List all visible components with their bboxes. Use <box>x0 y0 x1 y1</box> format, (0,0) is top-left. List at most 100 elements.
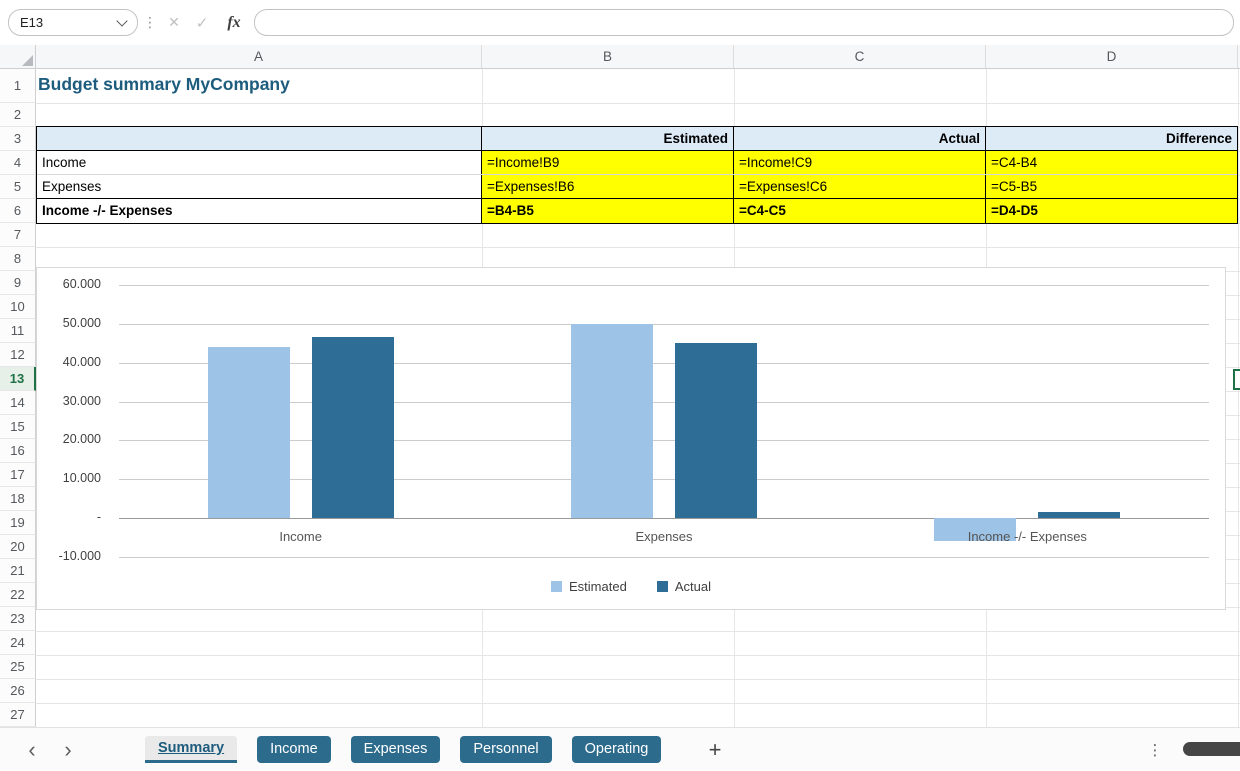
cell-a6[interactable]: Income -/- Expenses <box>37 199 482 223</box>
selected-cell-marker <box>1233 369 1240 390</box>
row-header-4[interactable]: 4 <box>0 151 36 175</box>
row-header-6[interactable]: 6 <box>0 199 36 223</box>
cell-c6[interactable]: =C4-C5 <box>734 199 986 223</box>
column-header-c[interactable]: C <box>734 45 986 68</box>
cells-area[interactable]: Budget summary MyCompany Estimated Actua… <box>36 69 1240 727</box>
chart-gridline <box>119 518 1209 519</box>
row-header-14[interactable]: 14 <box>0 391 36 415</box>
row-header-25[interactable]: 25 <box>0 655 36 679</box>
cell-c5[interactable]: =Expenses!C6 <box>734 175 986 198</box>
tab-expenses[interactable]: Expenses <box>351 736 441 763</box>
cell-d4[interactable]: =C4-B4 <box>986 151 1237 174</box>
row-header-22[interactable]: 22 <box>0 583 36 607</box>
enter-icon[interactable]: ✓ <box>190 0 214 45</box>
y-axis-tick-label: 30.000 <box>37 394 101 408</box>
tab-bar-kebab-icon[interactable]: ⋮ <box>1146 728 1164 771</box>
name-box[interactable]: E13 <box>8 9 138 36</box>
row-header-15[interactable]: 15 <box>0 415 36 439</box>
row-header-23[interactable]: 23 <box>0 607 36 631</box>
row-header-3[interactable]: 3 <box>0 127 36 151</box>
bar-actual-income <box>312 337 394 518</box>
table-header-difference[interactable]: Difference <box>986 127 1237 150</box>
column-header-d[interactable]: D <box>986 45 1238 68</box>
cell-d5[interactable]: =C5-B5 <box>986 175 1237 198</box>
row-header-13[interactable]: 13 <box>0 367 36 391</box>
table-row-income: Income =Income!B9 =Income!C9 =C4-B4 <box>37 151 1237 175</box>
gridline-vertical <box>1238 69 1239 727</box>
cell-a4[interactable]: Income <box>37 151 482 174</box>
legend-label: Actual <box>675 579 711 594</box>
select-all-triangle-icon <box>22 55 33 66</box>
x-axis-category-label: Income -/- Expenses <box>846 529 1209 544</box>
gridline-horizontal <box>36 703 1240 704</box>
sheet-tab-bar: ‹ › Summary Income Expenses Personnel Operat… <box>0 727 1240 770</box>
legend-swatch <box>657 581 668 592</box>
table-header-row: Estimated Actual Difference <box>37 127 1237 151</box>
cell-d6[interactable]: =D4-D5 <box>986 199 1237 223</box>
row-header-2[interactable]: 2 <box>0 103 36 127</box>
row-header-26[interactable]: 26 <box>0 679 36 703</box>
row-header-17[interactable]: 17 <box>0 463 36 487</box>
title-cell[interactable]: Budget summary MyCompany <box>38 74 290 95</box>
row-header-20[interactable]: 20 <box>0 535 36 559</box>
row-header-11[interactable]: 11 <box>0 319 36 343</box>
y-axis-tick-label: 20.000 <box>37 432 101 446</box>
x-axis-category-label: Expenses <box>482 529 845 544</box>
tab-personnel[interactable]: Personnel <box>460 736 551 763</box>
table-header-blank[interactable] <box>37 127 482 150</box>
row-header-1[interactable]: 1 <box>0 69 36 103</box>
gridline-horizontal <box>36 655 1240 656</box>
sheet-tabs: Summary Income Expenses Personnel Operating <box>145 736 661 763</box>
gridline-horizontal <box>36 103 1240 104</box>
y-axis-tick-label: 40.000 <box>37 355 101 369</box>
column-header-b[interactable]: B <box>482 45 734 68</box>
bar-estimated-expenses <box>571 324 653 518</box>
tab-summary[interactable]: Summary <box>145 736 237 763</box>
cell-a5[interactable]: Expenses <box>37 175 482 198</box>
y-axis-tick-label: -10.000 <box>37 549 101 563</box>
row-header-7[interactable]: 7 <box>0 223 36 247</box>
bar-estimated-income <box>208 347 290 518</box>
row-headers: 1234567891011121314151617181920212223242… <box>0 69 36 727</box>
column-header-a[interactable]: A <box>36 45 482 68</box>
formula-input[interactable] <box>254 9 1234 36</box>
kebab-menu-icon[interactable]: ⋮ <box>142 0 158 45</box>
row-header-8[interactable]: 8 <box>0 247 36 271</box>
row-header-16[interactable]: 16 <box>0 439 36 463</box>
cell-b4[interactable]: =Income!B9 <box>482 151 734 174</box>
tab-operating[interactable]: Operating <box>572 736 662 763</box>
cell-b5[interactable]: =Expenses!B6 <box>482 175 734 198</box>
table-header-actual[interactable]: Actual <box>734 127 986 150</box>
horizontal-scrollbar[interactable] <box>1183 742 1240 756</box>
row-header-19[interactable]: 19 <box>0 511 36 535</box>
row-header-24[interactable]: 24 <box>0 631 36 655</box>
chart[interactable]: 60.00050.00040.00030.00020.00010.000--10… <box>36 267 1226 610</box>
row-header-18[interactable]: 18 <box>0 487 36 511</box>
row-header-27[interactable]: 27 <box>0 703 36 727</box>
tab-income[interactable]: Income <box>257 736 331 763</box>
gridline-horizontal <box>36 631 1240 632</box>
cell-c4[interactable]: =Income!C9 <box>734 151 986 174</box>
fx-icon[interactable]: fx <box>220 0 248 45</box>
tabs-scroll-right-icon[interactable]: › <box>58 728 78 771</box>
table-row-expenses: Expenses =Expenses!B6 =Expenses!C6 =C5-B… <box>37 175 1237 199</box>
row-header-5[interactable]: 5 <box>0 175 36 199</box>
row-header-10[interactable]: 10 <box>0 295 36 319</box>
tabs-scroll-left-icon[interactable]: ‹ <box>22 728 42 771</box>
row-header-12[interactable]: 12 <box>0 343 36 367</box>
chart-gridline <box>119 557 1209 558</box>
chevron-down-icon[interactable] <box>116 15 127 26</box>
cancel-icon[interactable]: ✕ <box>162 0 186 45</box>
row-header-21[interactable]: 21 <box>0 559 36 583</box>
row-header-9[interactable]: 9 <box>0 271 36 295</box>
table-row-total: Income -/- Expenses =B4-B5 =C4-C5 =D4-D5 <box>37 199 1237 223</box>
cell-b6[interactable]: =B4-B5 <box>482 199 734 223</box>
table-header-estimated[interactable]: Estimated <box>482 127 734 150</box>
legend-swatch <box>551 581 562 592</box>
column-headers: ABCD <box>36 45 1240 69</box>
gridline-horizontal <box>36 679 1240 680</box>
legend-label: Estimated <box>569 579 627 594</box>
name-box-value: E13 <box>20 15 43 30</box>
add-sheet-button[interactable]: + <box>703 728 727 771</box>
select-all-corner[interactable] <box>0 45 36 69</box>
